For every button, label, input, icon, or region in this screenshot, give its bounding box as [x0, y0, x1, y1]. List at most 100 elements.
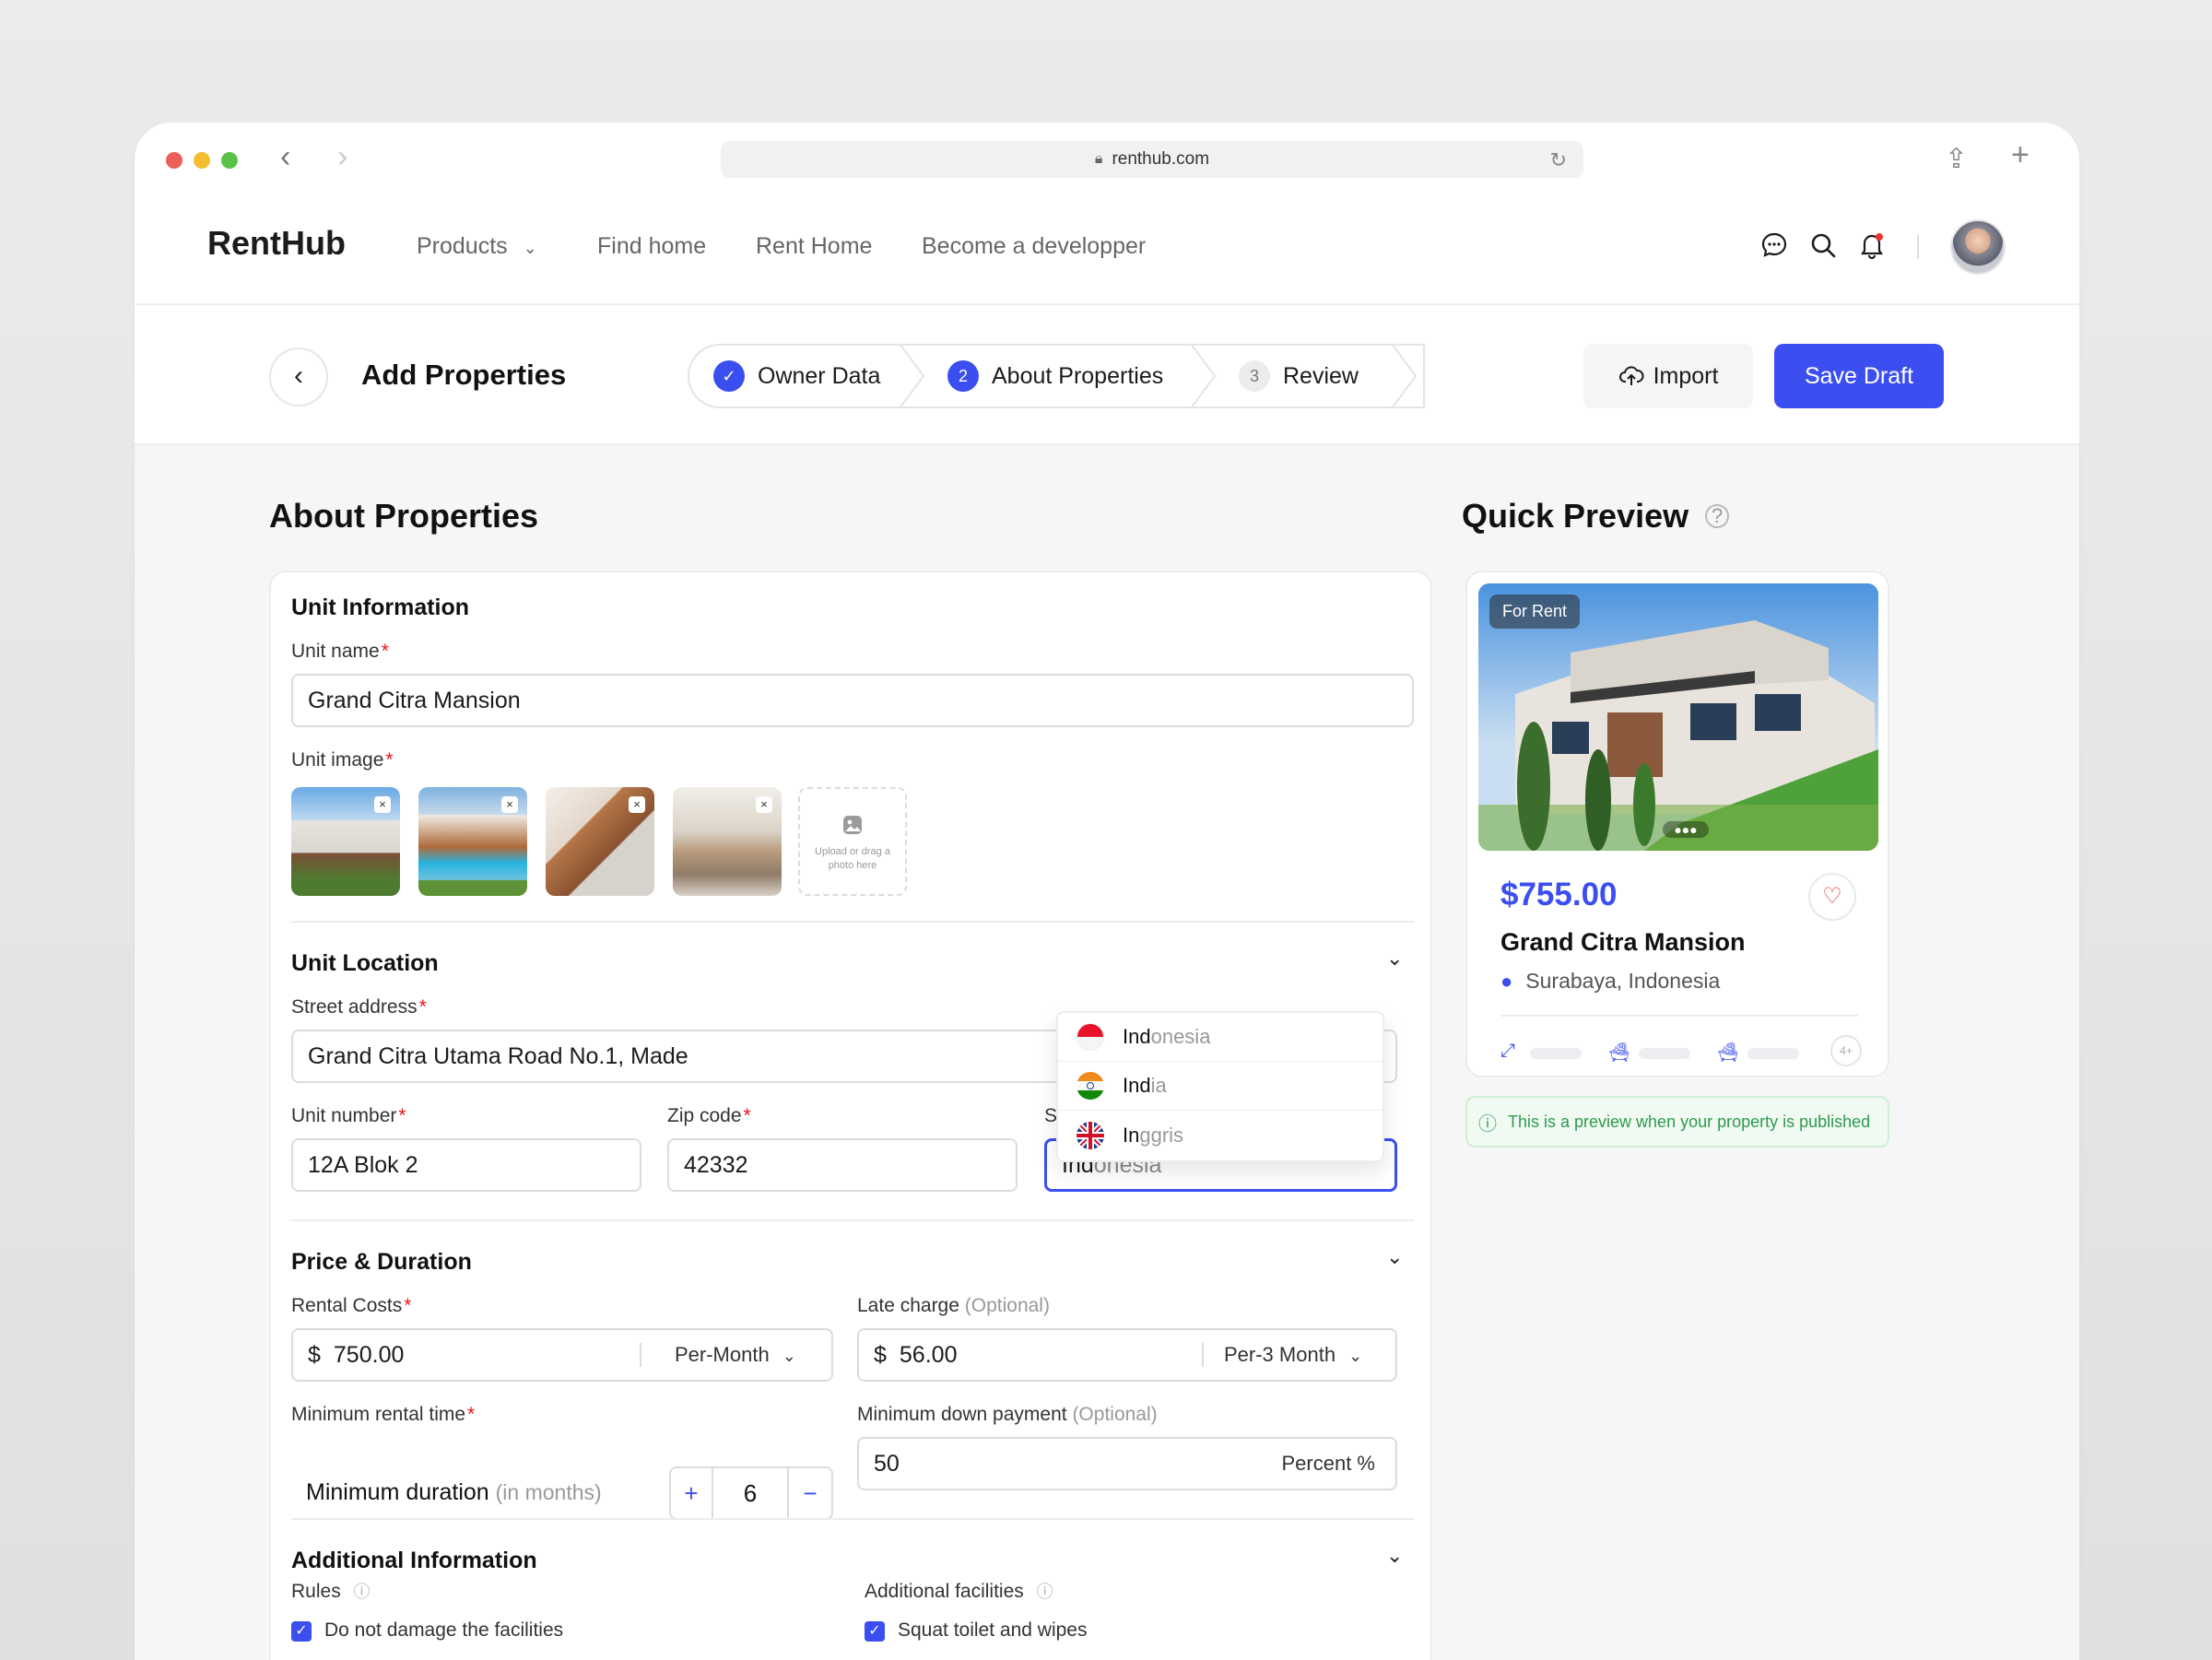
state-option-india[interactable]: India	[1058, 1062, 1382, 1111]
street-label: Street address*	[291, 996, 427, 1018]
step-number: 3	[1239, 360, 1270, 392]
import-label: Import	[1653, 362, 1719, 389]
chat-icon[interactable]	[1759, 231, 1790, 263]
state-option-inggris[interactable]: Inggris	[1058, 1111, 1382, 1160]
new-tab-icon[interactable]: +	[2011, 137, 2030, 173]
rule-label: Do not damage the facilities	[324, 1619, 564, 1641]
currency-symbol: $	[874, 1341, 887, 1368]
browser-back-icon[interactable]: ‹	[280, 141, 290, 172]
remove-image-icon[interactable]: ×	[501, 796, 518, 813]
address-bar[interactable]: 🔒︎ renthub.com ↻	[721, 141, 1583, 178]
rental-period-select[interactable]: Per-Month ⌄	[675, 1343, 796, 1367]
logo[interactable]: RentHub	[207, 224, 346, 263]
skeleton-bar	[1639, 1048, 1690, 1059]
unit-image-thumb[interactable]: ×	[673, 787, 782, 896]
preview-heading: Quick Preview ?	[1462, 497, 1730, 536]
lock-icon: 🔒︎	[1094, 151, 1103, 167]
upload-photo-dropzone[interactable]: Upload or drag a photo here	[798, 787, 907, 896]
remove-image-icon[interactable]: ×	[629, 796, 645, 813]
maximize-window-dot[interactable]	[221, 152, 238, 169]
remove-image-icon[interactable]: ×	[374, 796, 391, 813]
unit-image-thumb[interactable]: ×	[546, 787, 654, 896]
nav-find-home[interactable]: Find home	[597, 233, 706, 260]
increment-button[interactable]: +	[671, 1468, 713, 1518]
property-photo[interactable]: For Rent ●●●	[1478, 583, 1878, 851]
down-payment-value: 50	[874, 1450, 900, 1477]
facility-label: Squat toilet and wipes	[898, 1619, 1088, 1641]
share-icon[interactable]: ⇪	[1945, 143, 1968, 175]
preview-note-text: This is a preview when your property is …	[1508, 1112, 1871, 1131]
chevron-down-icon[interactable]: ⌄	[1386, 1544, 1403, 1568]
unit-name-input[interactable]: Grand Citra Mansion	[291, 674, 1414, 727]
nav-become-developer[interactable]: Become a developper	[922, 233, 1146, 260]
top-navigation: RentHub Products ⌄ Find home Rent Home B…	[135, 196, 2079, 305]
state-dropdown: Indonesia India Inggris	[1056, 1011, 1384, 1162]
import-button[interactable]: Import	[1583, 344, 1753, 408]
remove-image-icon[interactable]: ×	[756, 796, 772, 813]
location-pin-icon: ●	[1500, 969, 1513, 993]
minimize-window-dot[interactable]	[194, 152, 210, 169]
rental-costs-input[interactable]: $ 750.00 Per-Month ⌄	[291, 1328, 833, 1382]
bathtub-icon: 🛁︎	[1716, 1042, 1740, 1063]
preview-location: ● Surabaya, Indonesia	[1500, 969, 1721, 993]
upload-text: Upload or drag a photo here	[815, 846, 890, 871]
zip-code-input[interactable]: 42332	[667, 1138, 1018, 1192]
more-amenities-badge[interactable]: 4+	[1830, 1035, 1862, 1066]
unit-image-thumb[interactable]: ×	[291, 787, 400, 896]
late-charge-label: Late charge (Optional)	[857, 1295, 1050, 1316]
rule-checkbox[interactable]: ✓	[291, 1621, 312, 1642]
unit-image-thumb[interactable]: ×	[418, 787, 527, 896]
price-duration-title: Price & Duration	[291, 1249, 472, 1275]
preview-info-note: ⓘ This is a preview when your property i…	[1465, 1096, 1889, 1148]
browser-forward-icon[interactable]: ›	[337, 141, 347, 172]
rental-costs-label: Rental Costs*	[291, 1295, 412, 1316]
chevron-down-icon: ⌄	[1348, 1347, 1363, 1365]
search-icon[interactable]	[1807, 231, 1839, 263]
late-period-select[interactable]: Per-3 Month ⌄	[1224, 1343, 1362, 1367]
min-duration-stepper[interactable]: + 6 −	[669, 1466, 833, 1520]
reload-icon[interactable]: ↻	[1550, 148, 1567, 172]
image-icon	[843, 816, 862, 834]
late-charge-input[interactable]: $ 56.00 Per-3 Month ⌄	[857, 1328, 1397, 1382]
form-heading: About Properties	[269, 497, 539, 535]
nav-rent-home[interactable]: Rent Home	[756, 233, 872, 260]
min-duration-value[interactable]: 6	[713, 1468, 789, 1518]
carousel-dots[interactable]: ●●●	[1663, 821, 1709, 838]
facility-checkbox[interactable]: ✓	[865, 1621, 885, 1642]
down-payment-label: Minimum down payment (Optional)	[857, 1404, 1158, 1425]
nav-products[interactable]: Products ⌄	[417, 233, 537, 260]
unit-image-label: Unit image*	[291, 749, 394, 771]
decrement-button[interactable]: −	[789, 1468, 831, 1518]
min-duration-label: Minimum duration (in months)	[306, 1479, 602, 1505]
page-header: ‹ Add Properties ✓ Owner Data 2 About Pr…	[135, 305, 2079, 445]
property-preview-card[interactable]: For Rent ●●● $755.00 ♡ Grand Citra Mansi…	[1465, 571, 1889, 1077]
section-divider	[291, 1219, 1414, 1221]
input-divider	[1202, 1343, 1204, 1367]
url-text: renthub.com	[1112, 149, 1210, 169]
close-window-dot[interactable]	[166, 152, 182, 169]
check-icon: ✓	[713, 360, 745, 392]
state-option-indonesia[interactable]: Indonesia	[1058, 1013, 1382, 1062]
down-payment-input[interactable]: 50 Percent %	[857, 1437, 1397, 1490]
favorite-heart-icon[interactable]: ♡	[1808, 873, 1856, 921]
chevron-down-icon[interactable]: ⌄	[1386, 947, 1403, 971]
save-draft-button[interactable]: Save Draft	[1774, 344, 1944, 408]
notification-bell-icon[interactable]	[1856, 231, 1888, 263]
chevron-down-icon: ⌄	[782, 1347, 796, 1365]
step-number: 2	[947, 360, 979, 392]
avatar[interactable]	[1950, 219, 2006, 275]
step-review[interactable]: 3 Review	[1239, 346, 1359, 406]
nav-divider	[1917, 235, 1919, 259]
facilities-label: Additional facilities ⓘ	[865, 1581, 1053, 1602]
step-owner-data[interactable]: ✓ Owner Data	[713, 346, 880, 406]
info-icon: ⓘ	[1036, 1583, 1053, 1601]
input-divider	[640, 1343, 641, 1367]
chevron-down-icon[interactable]: ⌄	[1386, 1245, 1403, 1269]
step-separator	[1190, 344, 1217, 408]
back-button[interactable]: ‹	[269, 347, 328, 406]
currency-symbol: $	[308, 1341, 321, 1368]
step-about-properties[interactable]: 2 About Properties	[947, 346, 1163, 406]
area-icon: ⤢	[1500, 1041, 1515, 1061]
preview-price: $755.00	[1500, 877, 1618, 912]
unit-number-input[interactable]: 12A Blok 2	[291, 1138, 641, 1192]
